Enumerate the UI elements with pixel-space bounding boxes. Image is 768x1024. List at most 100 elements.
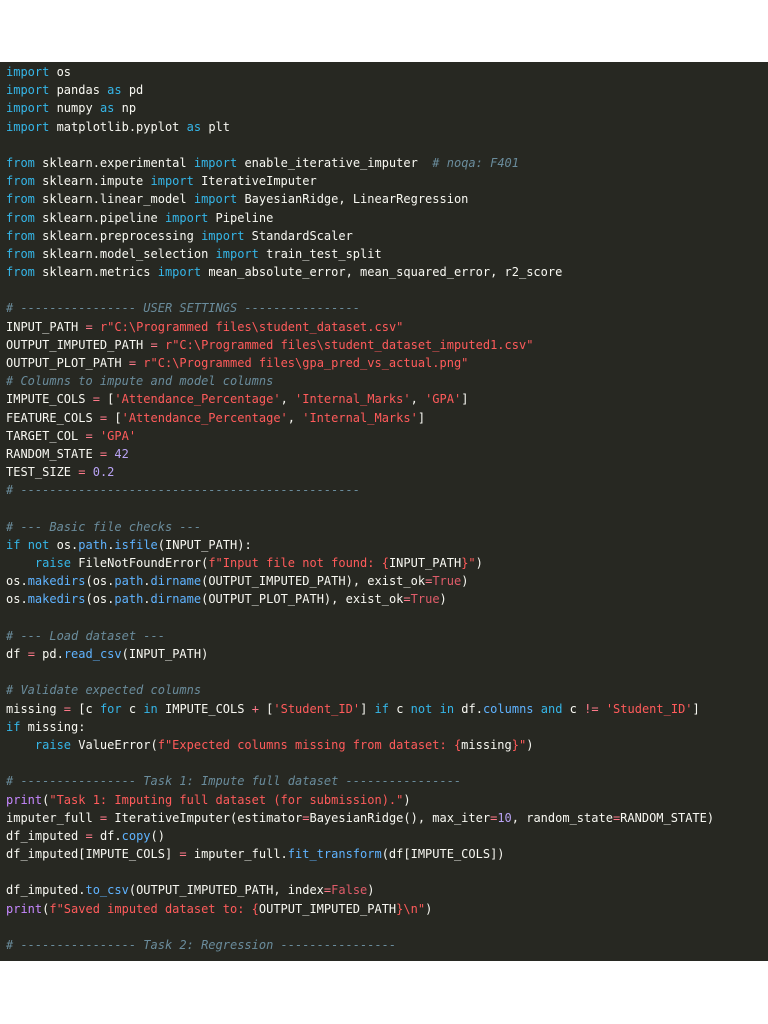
code-line[interactable]: # ---------------- Task 1: Impute full d… xyxy=(6,772,766,790)
code-token: TARGET_COL xyxy=(6,428,86,443)
code-token: as xyxy=(186,119,202,134)
code-token: matplotlib.pyplot xyxy=(49,119,187,134)
code-token: RANDOM_STATE xyxy=(6,446,100,461)
code-token: = xyxy=(179,847,187,862)
code-token: # --- Load dataset --- xyxy=(6,628,165,643)
code-line[interactable]: ​ xyxy=(6,609,766,627)
code-line[interactable]: # Columns to impute and model columns xyxy=(6,372,766,390)
code-token: TEST_SIZE xyxy=(6,465,79,480)
code-line[interactable]: raise FileNotFoundError(f"Input file not… xyxy=(6,554,766,572)
code-line[interactable]: df_imputed[IMPUTE_COLS] = imputer_full.f… xyxy=(6,845,766,863)
code-line[interactable]: df = pd.read_csv(INPUT_PATH) xyxy=(6,645,766,663)
code-token: () xyxy=(150,828,165,843)
code-line[interactable]: from sklearn.preprocessing import Standa… xyxy=(6,227,766,245)
code-token: for xyxy=(99,701,122,716)
code-line[interactable]: TEST_SIZE = 0.2 xyxy=(6,463,766,481)
code-line[interactable]: ​ xyxy=(6,136,766,154)
code-line[interactable]: # ---------------- USER SETTINGS -------… xyxy=(6,299,766,317)
code-line[interactable]: raise ValueError(f"Expected columns miss… xyxy=(6,736,766,754)
code-line[interactable]: from sklearn.metrics import mean_absolut… xyxy=(6,263,766,281)
code-token: Pipeline xyxy=(208,210,274,225)
code-line[interactable]: # Validate expected columns xyxy=(6,681,766,699)
code-token: 'Attendance_Percentage' xyxy=(121,410,288,425)
code-line[interactable]: OUTPUT_IMPUTED_PATH = r"C:\Programmed fi… xyxy=(6,336,766,354)
code-token: read_csv xyxy=(63,647,122,661)
code-token: import xyxy=(157,265,202,280)
code-token: not xyxy=(410,701,433,716)
code-line[interactable]: from sklearn.linear_model import Bayesia… xyxy=(6,190,766,208)
code-line[interactable]: # ---------------- Task 2: Regression --… xyxy=(6,936,766,954)
code-editor[interactable]: import os import pandas as pd import numpy… xyxy=(0,62,768,961)
code-line[interactable]: import numpy as np xyxy=(6,99,766,117)
code-line[interactable]: if missing: xyxy=(6,718,766,736)
code-line[interactable]: os.makedirs(os.path.dirname(OUTPUT_PLOT_… xyxy=(6,590,766,608)
code-token: c xyxy=(121,701,144,716)
code-line[interactable]: INPUT_PATH = r"C:\Programmed files\stude… xyxy=(6,318,766,336)
code-token: 42 xyxy=(114,446,129,461)
code-token: to_csv xyxy=(85,883,129,898)
code-line[interactable]: os.makedirs(os.path.dirname(OUTPUT_IMPUT… xyxy=(6,572,766,590)
code-token: dirname xyxy=(150,574,202,589)
code-token: path xyxy=(114,574,144,589)
code-line[interactable]: from sklearn.impute import IterativeImpu… xyxy=(6,172,766,190)
code-line[interactable]: from sklearn.pipeline import Pipeline xyxy=(6,209,766,227)
code-token: IMPUTE_COLS xyxy=(6,392,93,407)
code-token: r"C:\Programmed files\student_dataset.cs… xyxy=(99,319,404,334)
code-line[interactable]: ​ xyxy=(6,281,766,299)
code-token: import xyxy=(164,210,209,225)
code-line[interactable]: ​ xyxy=(6,754,766,772)
code-line[interactable]: df_imputed = df.copy() xyxy=(6,827,766,845)
code-token: OUTPUT_IMPUTED_PATH xyxy=(258,901,397,916)
code-token: . xyxy=(143,574,151,589)
code-token: # ---------------- USER SETTINGS -------… xyxy=(6,301,361,316)
code-token: 'Attendance_Percentage' xyxy=(114,392,281,407)
code-content[interactable]: import os import pandas as pd import numpy… xyxy=(6,62,766,954)
code-token: }" xyxy=(511,737,527,752)
code-line[interactable]: ​ xyxy=(6,918,766,936)
code-token: = xyxy=(403,592,411,607)
code-token: r"C:\Programmed files\student_dataset_im… xyxy=(164,337,534,352)
code-token: = xyxy=(63,701,72,716)
code-line[interactable]: imputer_full = IterativeImputer(estimato… xyxy=(6,809,766,827)
code-line[interactable]: TARGET_COL = 'GPA' xyxy=(6,427,766,445)
code-line[interactable]: missing = [c for c in IMPUTE_COLS + ['St… xyxy=(6,700,766,718)
code-line[interactable]: # --- Basic file checks --- xyxy=(6,518,766,536)
code-line[interactable]: df_imputed.to_csv(OUTPUT_IMPUTED_PATH, i… xyxy=(6,881,766,899)
code-token: copy xyxy=(121,828,151,843)
code-line[interactable]: # --- Load dataset --- xyxy=(6,627,766,645)
code-line[interactable]: RANDOM_STATE = 42 xyxy=(6,445,766,463)
code-token: [ xyxy=(99,392,115,407)
code-token: c xyxy=(388,701,411,716)
code-token: 'Student_ID' xyxy=(605,701,693,716)
code-line[interactable]: if not os.path.isfile(INPUT_PATH): xyxy=(6,536,766,554)
code-line[interactable]: ​ xyxy=(6,500,766,518)
code-token: not xyxy=(27,537,50,552)
code-token: (OUTPUT_IMPUTED_PATH), exist_ok xyxy=(201,574,426,589)
code-line[interactable]: ​ xyxy=(6,663,766,681)
code-line[interactable]: print("Task 1: Imputing full dataset (fo… xyxy=(6,791,766,809)
code-token: import xyxy=(193,192,238,207)
code-token: = xyxy=(150,337,158,352)
code-line[interactable]: import os xyxy=(6,63,766,81)
code-token: ) xyxy=(526,737,534,752)
code-token: True xyxy=(432,574,462,589)
code-line[interactable]: from sklearn.experimental import enable_… xyxy=(6,154,766,172)
code-line[interactable]: # --------------------------------------… xyxy=(6,481,766,499)
code-token: (OUTPUT_PLOT_PATH), exist_ok xyxy=(201,592,404,607)
code-token: [ xyxy=(107,410,122,425)
code-token: . xyxy=(143,592,151,607)
code-line[interactable]: IMPUTE_COLS = ['Attendance_Percentage', … xyxy=(6,390,766,408)
code-line[interactable]: OUTPUT_PLOT_PATH = r"C:\Programmed files… xyxy=(6,354,766,372)
code-token: missing xyxy=(461,737,512,752)
code-line[interactable]: from sklearn.model_selection import trai… xyxy=(6,245,766,263)
code-line[interactable]: FEATURE_COLS = ['Attendance_Percentage',… xyxy=(6,409,766,427)
code-line[interactable]: ​ xyxy=(6,863,766,881)
code-token: OUTPUT_PLOT_PATH xyxy=(6,356,129,370)
code-line[interactable]: import pandas as pd xyxy=(6,81,766,99)
code-line[interactable]: import matplotlib.pyplot as plt xyxy=(6,118,766,136)
code-line[interactable]: print(f"Saved imputed dataset to: {OUTPU… xyxy=(6,900,766,918)
code-token: from xyxy=(6,246,35,261)
code-token: os. xyxy=(49,537,79,552)
